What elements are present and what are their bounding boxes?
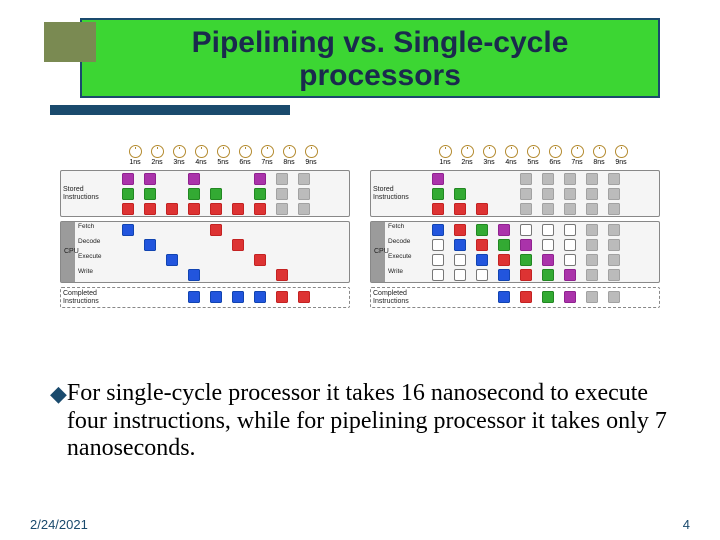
accent-block-top — [44, 22, 96, 62]
stage-label: Fetch — [75, 222, 117, 237]
clock-icon — [261, 145, 274, 158]
clock-icon — [173, 145, 186, 158]
time-label: 7ns — [571, 159, 582, 166]
time-label: 8ns — [283, 159, 294, 166]
cpu-panel: CPUFetchDecodeExecuteWrite — [370, 221, 660, 283]
cpu-label: CPU — [371, 222, 385, 282]
diagram-area: 1ns 2ns 3ns 4ns 5ns 6ns 7ns 8ns 9ns Stored Instru… — [60, 145, 660, 365]
time-label: 7ns — [261, 159, 272, 166]
clock-icon — [283, 145, 296, 158]
accent-bar-bottom — [50, 105, 290, 115]
footer-date: 2/24/2021 — [30, 517, 88, 532]
time-label: 5ns — [527, 159, 538, 166]
time-label: 4ns — [505, 159, 516, 166]
stored-label: Stored Instructions — [61, 171, 117, 216]
clock-icon — [549, 145, 562, 158]
clock-icon — [593, 145, 606, 158]
clock-icon — [615, 145, 628, 158]
completed-panel: Completed Instructions — [370, 287, 660, 308]
body-text: ◆ For single-cycle processor it takes 16… — [50, 380, 680, 463]
stored-panel: Stored Instructions — [60, 170, 350, 217]
stage-label: Write — [385, 267, 427, 282]
stored-panel: Stored Instructions — [370, 170, 660, 217]
title-box: Pipelining vs. Single-cycle processors — [80, 18, 660, 98]
diagram-pipelining: 1ns 2ns 3ns 4ns 5ns 6ns 7ns 8ns 9ns Stored Instru… — [370, 145, 660, 365]
completed-panel: Completed Instructions — [60, 287, 350, 308]
stage-label: Fetch — [385, 222, 427, 237]
time-label: 8ns — [593, 159, 604, 166]
clock-icon — [483, 145, 496, 158]
clock-icon — [305, 145, 318, 158]
title-area: Pipelining vs. Single-cycle processors — [0, 0, 720, 98]
clock-icon — [439, 145, 452, 158]
bullet-icon: ◆ — [50, 380, 67, 408]
clock-icon — [217, 145, 230, 158]
time-label: 5ns — [217, 159, 228, 166]
stage-label: Decode — [385, 237, 427, 252]
stage-label: Decode — [75, 237, 117, 252]
clock-icon — [571, 145, 584, 158]
cpu-label: CPU — [61, 222, 75, 282]
time-label: 9ns — [615, 159, 626, 166]
time-label: 4ns — [195, 159, 206, 166]
completed-label: Completed Instructions — [371, 288, 427, 307]
time-label: 1ns — [439, 159, 450, 166]
time-label: 2ns — [461, 159, 472, 166]
time-label: 2ns — [151, 159, 162, 166]
stage-label: Write — [75, 267, 117, 282]
diagram-single-cycle: 1ns 2ns 3ns 4ns 5ns 6ns 7ns 8ns 9ns Stored Instru… — [60, 145, 350, 365]
footer: 2/24/2021 4 — [30, 517, 690, 532]
bullet-item: ◆ For single-cycle processor it takes 16… — [50, 380, 680, 463]
time-label: 9ns — [305, 159, 316, 166]
clock-icon — [505, 145, 518, 158]
cpu-panel: CPUFetchDecodeExecuteWrite — [60, 221, 350, 283]
stage-label: Execute — [385, 252, 427, 267]
clock-icon — [151, 145, 164, 158]
slide-title: Pipelining vs. Single-cycle processors — [122, 26, 638, 92]
time-label: 1ns — [129, 159, 140, 166]
time-label: 3ns — [173, 159, 184, 166]
clock-icon — [239, 145, 252, 158]
footer-page: 4 — [683, 517, 690, 532]
bullet-text: For single-cycle processor it takes 16 n… — [67, 380, 680, 463]
clock-icon — [129, 145, 142, 158]
time-label: 6ns — [549, 159, 560, 166]
stored-label: Stored Instructions — [371, 171, 427, 216]
time-label: 3ns — [483, 159, 494, 166]
clock-icon — [195, 145, 208, 158]
clock-icon — [527, 145, 540, 158]
stage-label: Execute — [75, 252, 117, 267]
clock-icon — [461, 145, 474, 158]
completed-label: Completed Instructions — [61, 288, 117, 307]
time-label: 6ns — [239, 159, 250, 166]
